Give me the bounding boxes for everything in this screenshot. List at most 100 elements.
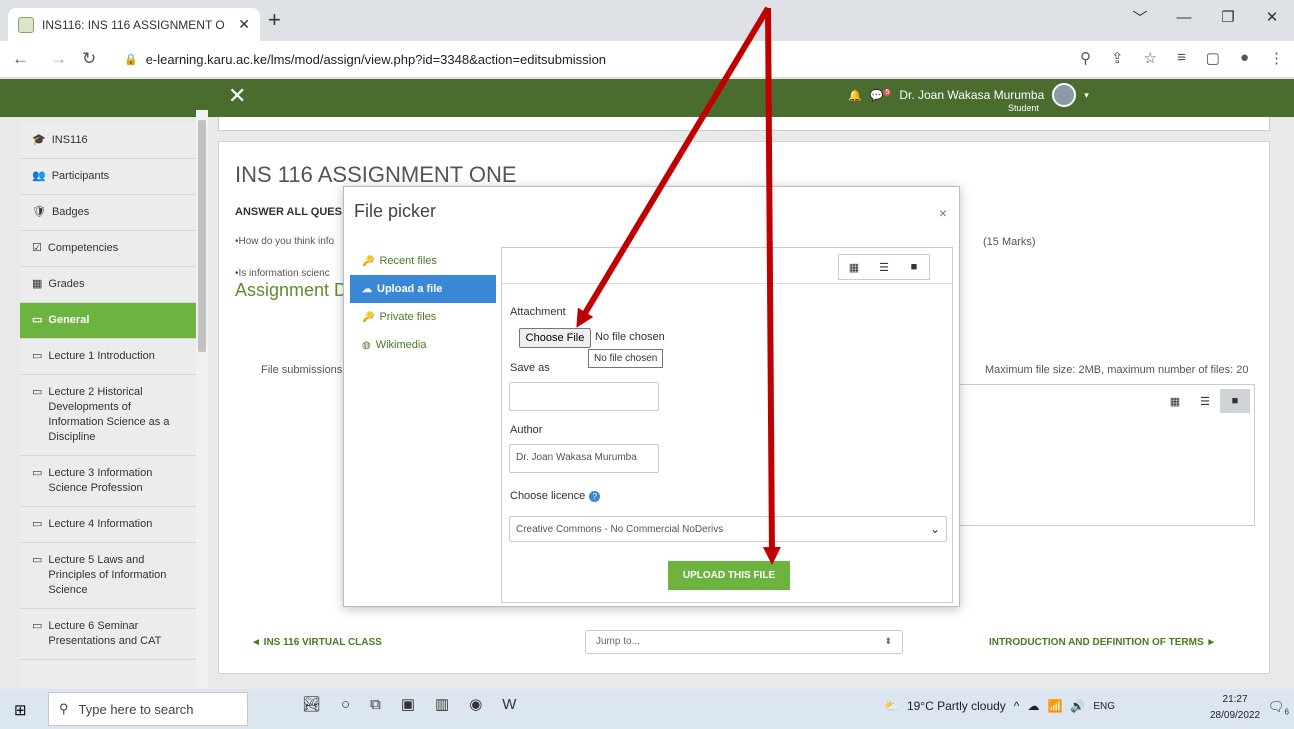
help-icon[interactable]: ? [589, 491, 601, 502]
upload-this-file-button[interactable]: UPLOAD THIS FILE [668, 561, 790, 590]
messages-icon[interactable]: 💬 5 [870, 88, 892, 102]
task-view-icon[interactable]: ⧉ [370, 696, 381, 713]
repository-item[interactable]: 🔑 Private files [350, 303, 496, 331]
list-view-button[interactable]: ☰ [869, 255, 899, 279]
new-tab-button[interactable]: + [268, 9, 281, 31]
save-as-input[interactable] [509, 382, 659, 411]
clock-time: 21:27 [1222, 694, 1248, 705]
address-bar[interactable]: 🔒 e-learning.karu.ac.ke/lms/mod/assign/v… [110, 45, 950, 74]
url-text[interactable]: e-learning.karu.ac.ke/lms/mod/assign/vie… [146, 52, 606, 67]
licence-value: Creative Commons - No Commercial NoDeriv… [516, 524, 724, 535]
dialog-close-icon[interactable]: × [939, 205, 947, 221]
restore-button[interactable]: ❐ [1206, 0, 1250, 34]
author-input[interactable]: Dr. Joan Wakasa Murumba [509, 444, 659, 473]
minimize-button[interactable]: — [1162, 0, 1206, 34]
picker-toolbar: ▦ ☰ ■ [502, 248, 952, 284]
close-window-button[interactable]: ✕ [1250, 0, 1294, 34]
forward-arrow-icon[interactable]: → [50, 49, 67, 69]
reading-list-icon[interactable]: ≡ [1177, 49, 1186, 67]
icon-view-button[interactable]: ▦ [1160, 389, 1190, 413]
tree-view-button[interactable]: ■ [899, 255, 929, 279]
chart-app-icon[interactable]: ▥ [435, 695, 449, 713]
repository-label: Private files [379, 311, 437, 323]
sidebar-item-icon: 🎓 [32, 134, 46, 146]
jump-to-select[interactable]: Jump to... ⬍ [585, 630, 903, 654]
upload-panel: ▦ ☰ ■ Attachment Choose File No file cho… [501, 247, 953, 603]
sidebar-item[interactable]: ▭ Lecture 1 Introduction [20, 339, 196, 375]
tree-view-button[interactable]: ■ [1220, 389, 1250, 413]
sidebar-item[interactable]: ▭ Lecture 2 Historical Developments of In… [20, 375, 196, 456]
sidebar-item[interactable]: ▭ Lecture 5 Laws and Principles of Inform… [20, 543, 196, 609]
message-count-badge: 5 [883, 88, 892, 96]
sidebar-item[interactable]: ▭ Lecture 3 Information Science Professio… [20, 456, 196, 507]
user-menu[interactable]: 🔔 💬 5 Dr. Joan Wakasa Murumba ▾ Student [848, 83, 1089, 113]
network-icon[interactable]: 📶 [1047, 699, 1062, 713]
taskbar-search[interactable]: ⚲ Type here to search [48, 692, 248, 726]
sidebar-item[interactable]: 🎓 INS116 [20, 123, 196, 159]
sidebar-item[interactable]: ☑ Competencies [20, 231, 196, 267]
close-drawer-icon[interactable]: ✕ [228, 83, 246, 109]
weather-text[interactable]: 19°C Partly cloudy [907, 699, 1006, 713]
sidebar-item[interactable]: 👥 Participants [20, 159, 196, 195]
next-activity-link[interactable]: INTRODUCTION AND DEFINITION OF TERMS ► [989, 637, 1216, 648]
chevron-down-icon[interactable]: ▾ [1084, 90, 1089, 101]
tab-close-icon[interactable]: ✕ [238, 16, 250, 33]
sidebar-item-label: Participants [51, 170, 110, 182]
sidebar-item-icon: ▭ [32, 350, 43, 362]
licence-select[interactable]: Creative Commons - No Commercial NoDeriv… [509, 516, 947, 542]
volume-icon[interactable]: 🔊 [1070, 699, 1085, 713]
back-arrow-icon[interactable]: ← [12, 49, 29, 69]
chrome-icon[interactable]: ◉ [469, 695, 482, 713]
windows-start-icon[interactable]: ⊞ [14, 701, 27, 719]
sidebar-item-icon: ▭ [32, 518, 43, 530]
word-icon[interactable]: W [502, 696, 516, 713]
system-tray: ⛅ 19°C Partly cloudy ^ ☁ 📶 🔊 ENG [884, 699, 1115, 713]
view-toggle-group: ▦ ☰ ■ [1160, 389, 1250, 413]
share-icon[interactable]: ⇪ [1111, 49, 1124, 67]
course-navigation-drawer: 🎓 INS116 👥 Participants 🛡 Badges ☑ Competencies… [20, 123, 196, 688]
user-role: Student [1008, 103, 1040, 113]
sidebar-item[interactable]: 🛡 Badges [20, 195, 196, 231]
file-picker-dialog: File picker × 🔑 Recent files ☁ Upload a fil… [343, 186, 960, 607]
assignment-details-heading: Assignment D [235, 280, 348, 300]
choose-file-button[interactable]: Choose File [519, 328, 591, 348]
tray-chevron-up-icon[interactable]: ^ [1014, 699, 1020, 713]
bookmark-star-icon[interactable]: ☆ [1144, 49, 1157, 67]
sidebar-item[interactable]: ▦ Grades [20, 267, 196, 303]
previous-block-edge [218, 117, 1270, 131]
widgets-icon[interactable]: 🏞 [302, 695, 321, 713]
profile-avatar-icon[interactable]: ● [1240, 49, 1249, 67]
sidebar-item[interactable]: ▭ General [20, 303, 196, 339]
sidebar-item[interactable]: ▭ Lecture 4 Information [20, 507, 196, 543]
sidebar-item[interactable]: ▭ Lecture 6 Seminar Presentations and CAT [20, 609, 196, 660]
reload-icon[interactable]: ↻ [82, 49, 96, 69]
repository-icon: 🔑 [362, 255, 375, 267]
list-view-button[interactable]: ☰ [1190, 389, 1220, 413]
menu-kebab-icon[interactable]: ⋮ [1269, 49, 1284, 67]
store-icon[interactable]: ▣ [401, 695, 415, 713]
taskbar-clock[interactable]: 21:27 28/09/2022 [1210, 692, 1260, 724]
repository-item[interactable]: 🔑 Recent files [350, 247, 496, 275]
browser-tab[interactable]: INS116: INS 116 ASSIGNMENT O ✕ [8, 8, 260, 41]
language-indicator[interactable]: ENG [1093, 701, 1115, 712]
notification-center-icon[interactable]: 🗨6 [1268, 699, 1289, 717]
question-one-text: •How do you think info [235, 236, 335, 247]
sidebar-item-icon: ☑ [32, 242, 42, 254]
zoom-icon[interactable]: ⚲ [1080, 49, 1091, 67]
bell-icon[interactable]: 🔔 [848, 89, 862, 102]
onedrive-icon[interactable]: ☁ [1027, 699, 1039, 713]
sidebar-scrollbar[interactable] [196, 110, 208, 688]
tab-search-icon[interactable]: ﹀ [1118, 0, 1162, 34]
icon-view-button[interactable]: ▦ [839, 255, 869, 279]
browser-toolbar: ← → ↻ 🔒 e-learning.karu.ac.ke/lms/mod/as… [0, 41, 1294, 78]
windows-taskbar: ⊞ ⚲ Type here to search 🏞 ○ ⧉ ▣ ▥ ◉ W ⛅ … [0, 689, 1294, 729]
select-arrows-icon: ⬍ [884, 636, 892, 646]
scrollbar-thumb[interactable] [198, 120, 206, 352]
previous-activity-link[interactable]: ◄ INS 116 VIRTUAL CLASS [251, 637, 382, 648]
repository-item[interactable]: ☁ Upload a file [350, 275, 496, 303]
site-header: ✕ 🔔 💬 5 Dr. Joan Wakasa Murumba ▾ Student [0, 79, 1294, 117]
cortana-icon[interactable]: ○ [341, 696, 350, 713]
repository-item[interactable]: ◍ Wikimedia [350, 331, 496, 359]
side-panel-icon[interactable]: ▢ [1206, 49, 1220, 67]
file-drop-area[interactable]: ▦ ☰ ■ [955, 384, 1255, 526]
